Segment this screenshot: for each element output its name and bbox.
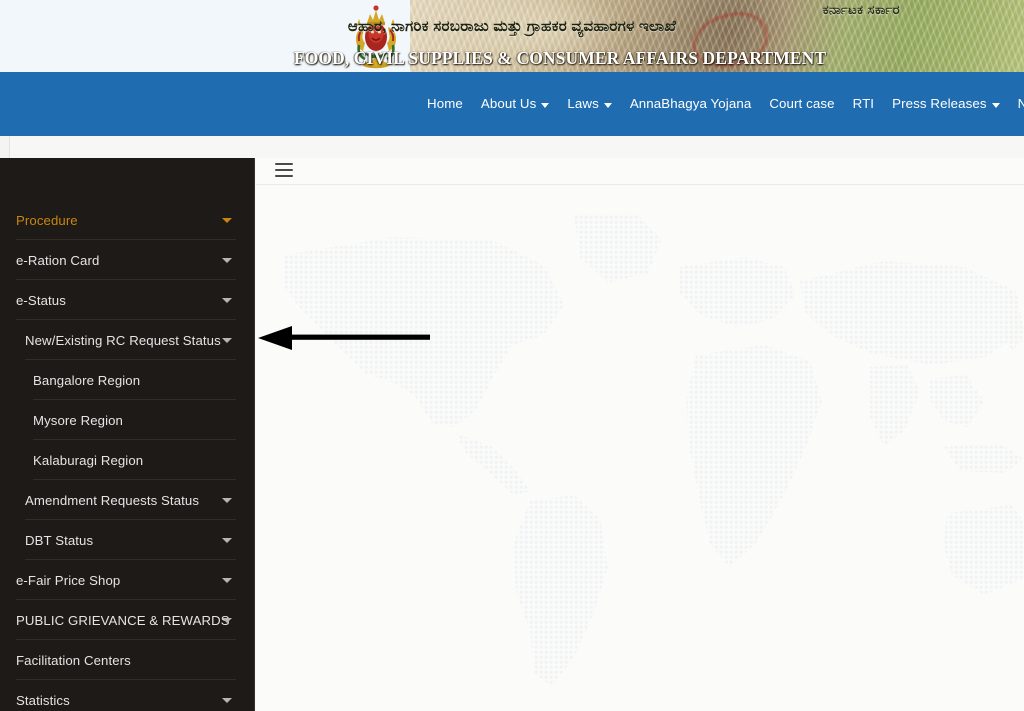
kannada-government-title: ಕರ್ನಾಟಕ ಸರ್ಕಾರ <box>822 2 900 17</box>
content-toolbar <box>256 158 1024 185</box>
sidebar-item-statistics[interactable]: Statistics <box>0 680 254 711</box>
nav-item-label: NFSA <box>1017 96 1024 111</box>
chevron-down-icon <box>991 102 1000 108</box>
sidebar-item-label: e-Fair Price Shop <box>16 572 121 588</box>
main-navigation-bar: Home About Us Laws AnnaBhagya Yojana Court c… <box>0 72 1024 136</box>
chevron-down-icon <box>541 102 550 108</box>
nav-item-label: Laws <box>567 96 599 111</box>
english-department-title: FOOD, CIVIL SUPPLIES & CONSUMER AFFAIRS … <box>293 48 827 68</box>
kannada-department-title: ಆಹಾರ, ನಾಗರಿಕ ಸರಬರಾಜು ಮತ್ತು ಗ್ರಾಹಕರ ವ್ಯವಹ… <box>347 18 677 35</box>
chevron-down-icon <box>222 577 232 583</box>
sidebar-item-label: Mysore Region <box>33 412 123 428</box>
page-root: ಕರ್ನಾಟಕ ಸರ್ಕಾರ ಆಹಾರ, ನಾಗರಿಕ ಸರಬರಾಜು ಮತ್ತ… <box>0 0 1024 711</box>
sidebar-item-facilitation-centers[interactable]: Facilitation Centers <box>0 640 254 680</box>
hamburger-bar-2 <box>275 169 293 171</box>
sidebar-item-procedure[interactable]: Procedure <box>0 200 254 240</box>
nav-item-rti[interactable]: RTI <box>844 72 883 136</box>
sidebar-items-list: Procedure e-Ration Card e-Status New/Existi… <box>0 200 254 711</box>
sidebar-item-label: PUBLIC GRIEVANCE & REWARDS <box>16 612 230 628</box>
sidebar-item-amendment-requests-status[interactable]: Amendment Requests Status <box>0 480 254 520</box>
sidebar-item-label: DBT Status <box>25 532 94 548</box>
nav-item-label: RTI <box>852 96 875 111</box>
nav-item-press-releases[interactable]: Press Releases <box>883 72 1009 136</box>
sidebar-item-label: Amendment Requests Status <box>25 492 200 508</box>
sidebar-item-public-grievance-rewards[interactable]: PUBLIC GRIEVANCE & REWARDS <box>0 600 254 640</box>
nav-item-laws[interactable]: Laws <box>558 72 620 136</box>
left-gutter-strip <box>0 136 10 160</box>
chevron-down-icon <box>603 102 612 108</box>
chevron-down-icon <box>222 617 232 623</box>
sidebar-item-dbt-status[interactable]: DBT Status <box>0 520 254 560</box>
sidebar-item-e-ration-card[interactable]: e-Ration Card <box>0 240 254 280</box>
hamburger-menu-icon[interactable] <box>275 162 295 178</box>
hamburger-bar-3 <box>275 175 293 177</box>
sidebar-item-new-existing-rc-request-status[interactable]: New/Existing RC Request Status <box>0 320 254 360</box>
nav-item-nfsa[interactable]: NFSA <box>1009 72 1024 136</box>
sidebar-item-e-fair-price-shop[interactable]: e-Fair Price Shop <box>0 560 254 600</box>
chevron-down-icon <box>222 257 232 263</box>
main-content-area <box>256 158 1024 711</box>
chevron-down-icon <box>222 697 232 703</box>
sidebar-item-label: New/Existing RC Request Status <box>25 332 221 348</box>
content-canvas <box>256 185 1024 711</box>
nav-item-home[interactable]: Home <box>418 72 472 136</box>
sidebar-item-label: e-Ration Card <box>16 252 100 268</box>
sidebar-item-kalaburagi-region[interactable]: Kalaburagi Region <box>0 440 254 480</box>
sidebar-item-label: e-Status <box>16 292 66 308</box>
chevron-down-icon <box>222 297 232 303</box>
sidebar-item-label: Facilitation Centers <box>16 652 131 668</box>
sidebar-top-spacer <box>0 158 254 200</box>
nav-items-list: Home About Us Laws AnnaBhagya Yojana Court c… <box>418 72 1024 136</box>
sidebar-item-label: Bangalore Region <box>33 372 141 388</box>
hamburger-bar-1 <box>275 163 293 165</box>
sidebar-item-label: Kalaburagi Region <box>33 452 144 468</box>
sidebar-item-e-status[interactable]: e-Status <box>0 280 254 320</box>
sidebar-navigation: Procedure e-Ration Card e-Status New/Existi… <box>0 158 255 711</box>
nav-item-court-case[interactable]: Court case <box>760 72 843 136</box>
sidebar-item-label: Statistics <box>16 692 70 708</box>
banner-text-block: ಕರ್ನಾಟಕ ಸರ್ಕಾರ ಆಹಾರ, ನಾಗರಿಕ ಸರಬರಾಜು ಮತ್ತ… <box>0 0 1024 72</box>
world-map-watermark <box>284 213 1024 687</box>
sidebar-item-bangalore-region[interactable]: Bangalore Region <box>0 360 254 400</box>
nav-item-label: Home <box>427 96 463 111</box>
nav-item-label: Press Releases <box>892 96 987 111</box>
chevron-down-icon <box>222 217 232 223</box>
chevron-down-icon <box>222 337 232 343</box>
nav-item-label: About Us <box>480 96 537 111</box>
site-header-banner: ಕರ್ನಾಟಕ ಸರ್ಕಾರ ಆಹಾರ, ನಾಗರಿಕ ಸರಬರಾಜು ಮತ್ತ… <box>0 0 1024 72</box>
sidebar-item-mysore-region[interactable]: Mysore Region <box>0 400 254 440</box>
nav-item-label: Court case <box>769 96 835 111</box>
chevron-down-icon <box>222 537 232 543</box>
nav-item-annabhagya-yojana[interactable]: AnnaBhagya Yojana <box>621 72 761 136</box>
nav-item-about-us[interactable]: About Us <box>472 72 559 136</box>
chevron-down-icon <box>222 497 232 503</box>
nav-item-label: AnnaBhagya Yojana <box>629 96 752 111</box>
sidebar-item-label: Procedure <box>16 212 78 228</box>
